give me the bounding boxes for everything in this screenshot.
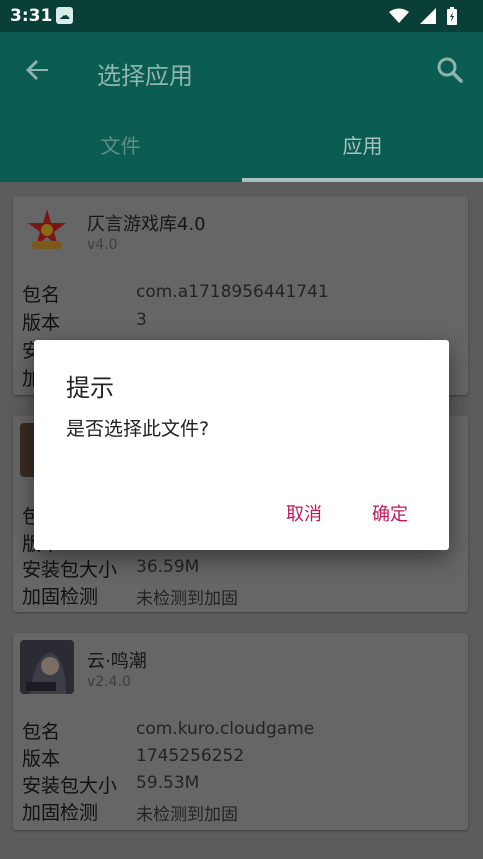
dialog-title: 提示	[66, 374, 114, 402]
confirm-button[interactable]: 确定	[372, 500, 408, 526]
confirm-dialog: 提示 是否选择此文件? 取消 确定	[34, 340, 449, 550]
dialog-message: 是否选择此文件?	[66, 418, 210, 440]
cancel-button[interactable]: 取消	[286, 500, 322, 526]
